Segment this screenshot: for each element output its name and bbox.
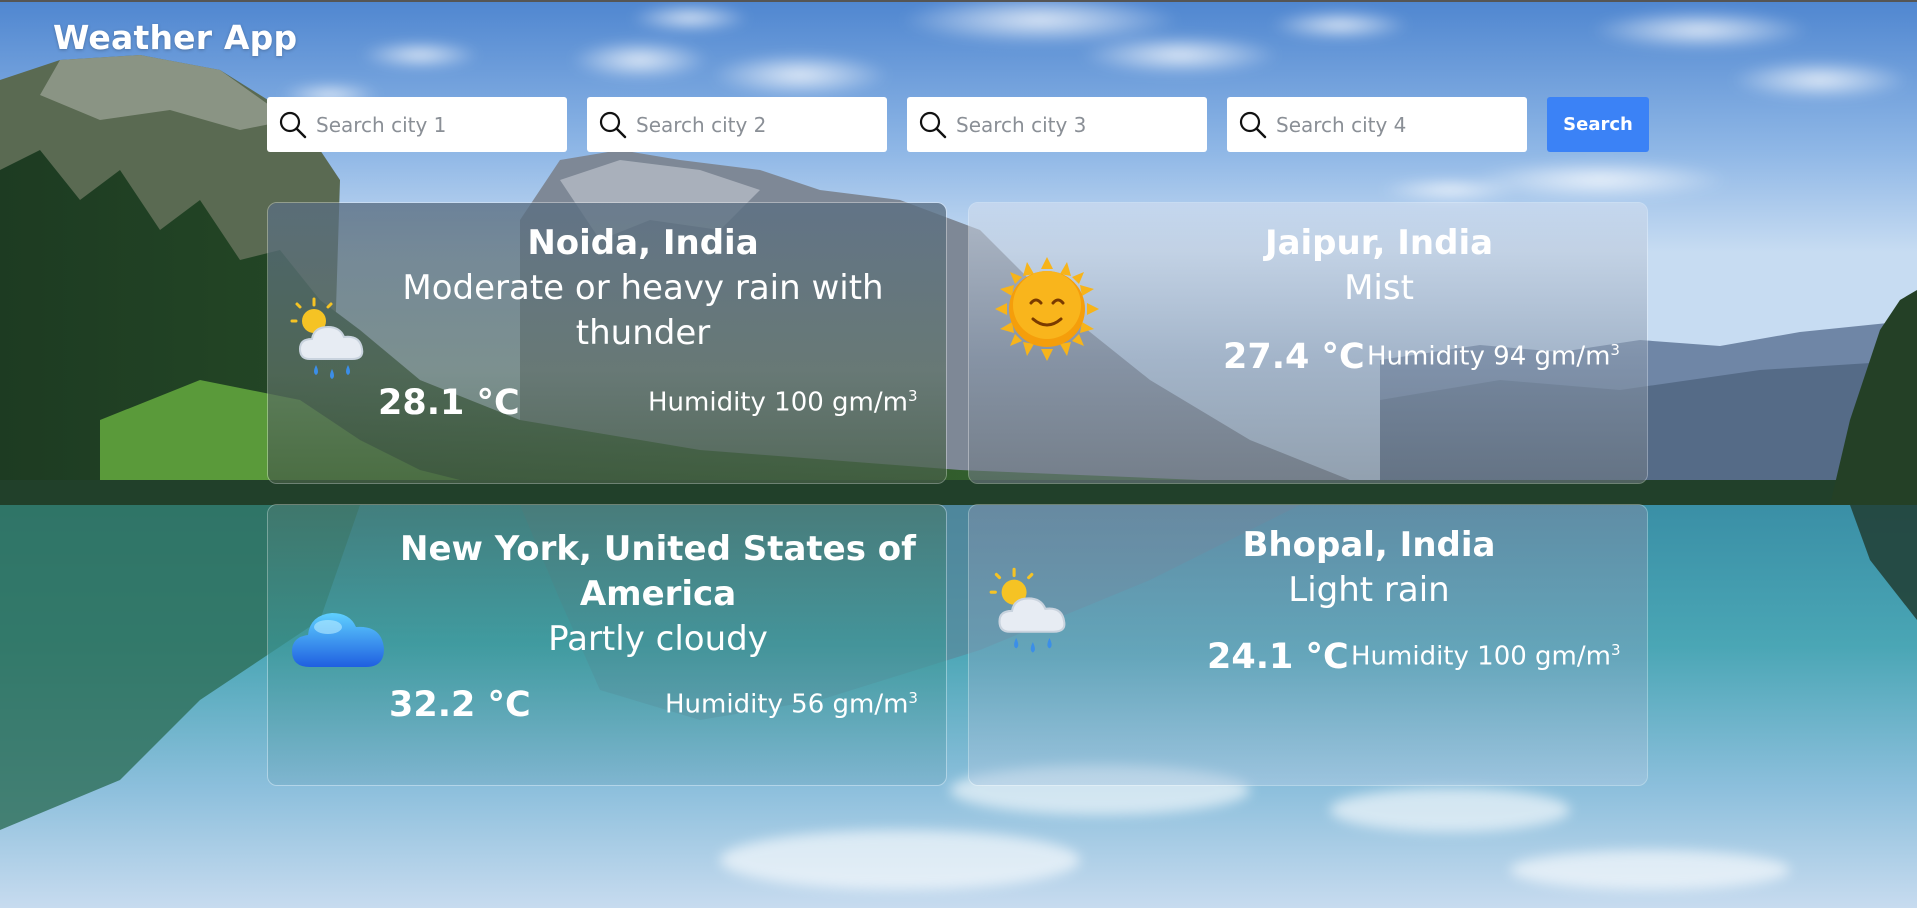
- card-humidity: Humidity 100 gm/m3: [648, 387, 918, 418]
- card-humidity: Humidity 100 gm/m3: [1351, 641, 1621, 672]
- app-title: Weather App: [53, 18, 298, 57]
- rain-cloud-sun-icon: [989, 567, 1066, 653]
- search-icon: [279, 111, 307, 139]
- card-city: Bhopal, India: [1242, 525, 1496, 565]
- weather-card-jaipur: Jaipur, India Mist 27.4 °C Humidity 94 g…: [968, 202, 1648, 484]
- search-button[interactable]: Search: [1547, 97, 1649, 152]
- card-city: New York, United States of America: [400, 529, 916, 614]
- card-temperature: 24.1 °C: [1207, 637, 1349, 677]
- search-box-city-4[interactable]: [1227, 97, 1527, 152]
- card-humidity: Humidity 94 gm/m3: [1367, 341, 1620, 372]
- card-condition: Light rain: [1288, 570, 1450, 610]
- weather-card-bhopal: Bhopal, India Light rain 24.1 °C Humidit…: [968, 504, 1648, 786]
- search-input-city-2[interactable]: [636, 105, 876, 145]
- search-box-city-2[interactable]: [587, 97, 887, 152]
- humidity-unit-sup: 3: [1610, 341, 1620, 359]
- humidity-label: Humidity 100 gm/m: [648, 387, 908, 418]
- card-humidity: Humidity 56 gm/m3: [665, 689, 918, 720]
- search-input-city-4[interactable]: [1276, 105, 1516, 145]
- card-temperature: 28.1 °C: [378, 383, 520, 423]
- card-city: Noida, India: [527, 223, 759, 263]
- window-top-border: [0, 0, 1917, 2]
- search-icon: [1239, 111, 1267, 139]
- card-city: Jaipur, India: [1264, 223, 1494, 263]
- humidity-label: Humidity 100 gm/m: [1351, 641, 1611, 672]
- card-condition: Moderate or heavy rain with thunder: [402, 268, 884, 353]
- humidity-unit-sup: 3: [908, 689, 918, 707]
- sun-icon: [995, 257, 1099, 361]
- search-box-city-3[interactable]: [907, 97, 1207, 152]
- weather-card-noida: Noida, India Moderate or heavy rain with…: [267, 202, 947, 484]
- weather-card-new-york: New York, United States of America Partl…: [267, 504, 947, 786]
- search-box-city-1[interactable]: [267, 97, 567, 152]
- search-icon: [919, 111, 947, 139]
- card-condition: Mist: [1344, 268, 1414, 308]
- search-icon: [599, 111, 627, 139]
- card-temperature: 32.2 °C: [389, 685, 531, 725]
- card-condition: Partly cloudy: [548, 619, 768, 659]
- search-input-city-3[interactable]: [956, 105, 1196, 145]
- humidity-unit-sup: 3: [907, 387, 918, 405]
- humidity-label: Humidity 56 gm/m: [665, 689, 909, 720]
- humidity-unit-sup: 3: [1610, 641, 1621, 659]
- humidity-label: Humidity 94 gm/m: [1367, 341, 1611, 372]
- search-input-city-1[interactable]: [316, 105, 556, 145]
- card-temperature: 27.4 °C: [1223, 337, 1365, 377]
- cloud-icon: [292, 613, 384, 667]
